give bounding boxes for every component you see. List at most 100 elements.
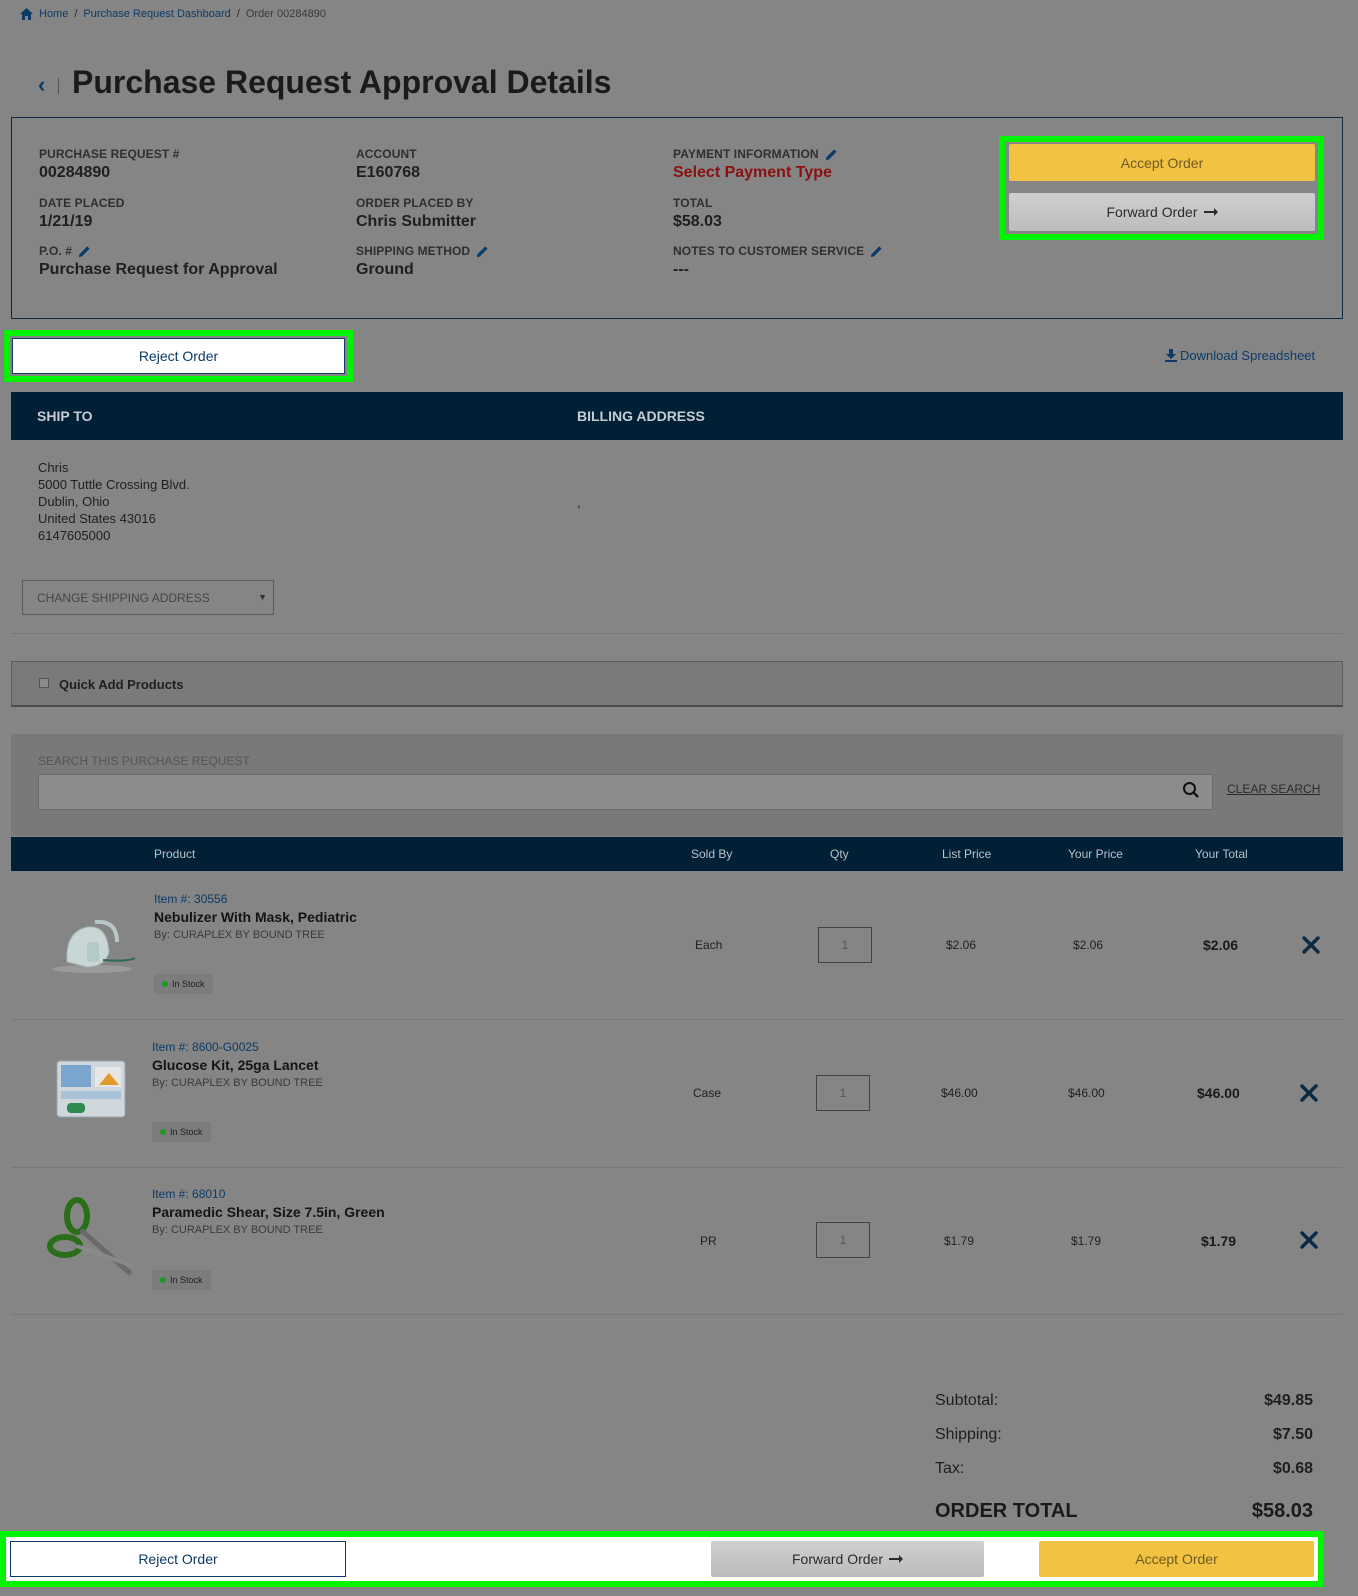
your-price-value: $46.00: [1068, 1086, 1105, 1100]
product-brand: By: CURAPLEX BY BOUND TREE: [152, 1077, 323, 1089]
back-chevron-icon[interactable]: ‹: [38, 74, 52, 96]
row-total-value: $46.00: [1197, 1085, 1240, 1101]
remove-item-x-icon[interactable]: [1299, 1230, 1319, 1250]
purchase-request-value: 00284890: [39, 164, 111, 181]
total-field: TOTAL $58.03: [673, 196, 722, 231]
payment-information-field: PAYMENT INFORMATION Select Payment Type: [673, 147, 838, 182]
table-row: Item #: 8600-G0025 Glucose Kit, 25ga Lan…: [11, 1020, 1343, 1168]
order-placed-by-label: ORDER PLACED BY: [356, 196, 474, 210]
breadcrumb-current: Order 00284890: [245, 8, 326, 20]
payment-information-label-row: PAYMENT INFORMATION: [673, 147, 838, 161]
row-total-value: $1.79: [1201, 1233, 1237, 1249]
ship-to-heading: SHIP TO: [37, 408, 93, 424]
product-brand: By: CURAPLEX BY BOUND TREE: [152, 1224, 323, 1236]
breadcrumb-home-link[interactable]: Home: [39, 8, 68, 20]
quantity-input[interactable]: 1: [816, 1222, 870, 1258]
page-title: Purchase Request Approval Details: [72, 64, 612, 100]
forward-order-label: Forward Order: [1106, 204, 1198, 220]
reject-order-button[interactable]: Reject Order: [10, 1541, 346, 1577]
product-name-link[interactable]: Paramedic Shear, Size 7.5in, Green: [152, 1204, 385, 1220]
search-label: SEARCH THIS PURCHASE REQUEST: [38, 754, 250, 768]
edit-pencil-icon[interactable]: [476, 245, 489, 258]
item-number-link[interactable]: Item #: 68010: [152, 1187, 225, 1201]
your-price-value: $2.06: [1073, 938, 1104, 952]
sold-by-value: Each: [695, 938, 723, 952]
order-total-label: ORDER TOTAL: [935, 1500, 1078, 1522]
paramedic-shear-product-image[interactable]: [47, 1196, 139, 1286]
quantity-input[interactable]: 1: [816, 1075, 870, 1111]
in-stock-dot-icon: [160, 1129, 166, 1135]
forward-order-button[interactable]: Forward Order: [1009, 193, 1315, 231]
search-icon[interactable]: [1182, 781, 1200, 799]
payment-information-label: PAYMENT INFORMATION: [673, 147, 819, 161]
change-shipping-address-select[interactable]: CHANGE SHIPPING ADDRESS ▼: [22, 580, 274, 615]
product-brand: By: CURAPLEX BY BOUND TREE: [154, 929, 325, 941]
products-table-header: Product Sold By Qty List Price Your Pric…: [11, 837, 1343, 871]
subtotal-value: $49.85: [1264, 1392, 1313, 1409]
address-line: Dublin, Ohio: [38, 494, 110, 509]
arrow-right-icon: [1203, 208, 1218, 216]
clear-search-link[interactable]: CLEAR SEARCH: [1227, 782, 1320, 796]
stock-label: In Stock: [170, 1275, 203, 1285]
stock-badge: In Stock: [154, 974, 213, 994]
edit-pencil-icon[interactable]: [78, 245, 91, 258]
column-header-product: Product: [154, 847, 196, 861]
quick-add-products-bar[interactable]: Quick Add Products: [11, 661, 1343, 707]
date-placed-value: 1/21/19: [39, 213, 93, 230]
list-price-value: $1.79: [944, 1234, 975, 1248]
address-header-bar: SHIP TO BILLING ADDRESS: [11, 392, 1343, 440]
account-field: ACCOUNT E160768: [356, 147, 420, 182]
glucose-kit-product-image[interactable]: [51, 1055, 131, 1123]
account-label: ACCOUNT: [356, 147, 417, 161]
address-line: United States 43016: [38, 511, 156, 526]
list-price-value: $2.06: [946, 938, 977, 952]
row-total-value: $2.06: [1203, 937, 1239, 953]
breadcrumb-separator: /: [236, 8, 240, 20]
download-spreadsheet-label: Download Spreadsheet: [1180, 348, 1316, 363]
column-header-qty: Qty: [830, 847, 849, 861]
po-number-label-row: P.O. #: [39, 244, 278, 258]
nebulizer-product-image[interactable]: [47, 912, 137, 974]
remove-item-x-icon[interactable]: [1299, 1083, 1319, 1103]
arrow-right-icon: [889, 1555, 904, 1563]
tax-value: $0.68: [1272, 1460, 1313, 1477]
shipping-method-field: SHIPPING METHOD Ground: [356, 244, 489, 279]
item-number-link[interactable]: Item #: 8600-G0025: [152, 1040, 259, 1054]
quantity-input[interactable]: 1: [818, 927, 872, 963]
table-row: Item #: 30556 Nebulizer With Mask, Pedia…: [11, 872, 1343, 1020]
product-name-link[interactable]: Nebulizer With Mask, Pediatric: [154, 909, 357, 925]
in-stock-dot-icon: [162, 981, 168, 987]
edit-pencil-icon[interactable]: [870, 245, 883, 258]
accept-order-button[interactable]: Accept Order: [1039, 1541, 1314, 1577]
shipping-method-value: Ground: [356, 261, 414, 278]
forward-order-label: Forward Order: [791, 1551, 884, 1567]
notes-label: NOTES TO CUSTOMER SERVICE: [673, 244, 865, 258]
quick-add-checkbox[interactable]: [39, 678, 49, 688]
product-name-link[interactable]: Glucose Kit, 25ga Lancet: [152, 1057, 319, 1073]
address-line: 6147605000: [38, 528, 111, 543]
order-placed-by-field: ORDER PLACED BY Chris Submitter: [356, 196, 476, 231]
home-icon: [20, 8, 33, 20]
edit-pencil-icon[interactable]: [825, 148, 838, 161]
column-header-your-total: Your Total: [1195, 847, 1248, 861]
column-header-your-price: Your Price: [1068, 847, 1123, 861]
search-input[interactable]: [38, 774, 1213, 810]
in-stock-dot-icon: [160, 1277, 166, 1283]
download-spreadsheet-link[interactable]: Download Spreadsheet: [1165, 348, 1315, 363]
column-header-sold-by: Sold By: [691, 847, 733, 861]
your-price-value: $1.79: [1071, 1234, 1102, 1248]
select-payment-type-link[interactable]: Select Payment Type: [673, 164, 838, 182]
purchase-request-field: PURCHASE REQUEST # 00284890: [39, 147, 180, 182]
forward-order-button[interactable]: Forward Order: [711, 1541, 984, 1577]
remove-item-x-icon[interactable]: [1301, 935, 1321, 955]
order-placed-by-value: Chris Submitter: [356, 213, 477, 230]
list-price-value: $46.00: [941, 1086, 978, 1100]
po-number-value: Purchase Request for Approval: [39, 261, 278, 278]
accept-order-button[interactable]: Accept Order: [1009, 144, 1315, 181]
breadcrumb: Home / Purchase Request Dashboard / Orde…: [20, 8, 326, 20]
change-shipping-address-label: CHANGE SHIPPING ADDRESS: [37, 591, 210, 605]
breadcrumb-dashboard-link[interactable]: Purchase Request Dashboard: [83, 8, 230, 20]
item-number-link[interactable]: Item #: 30556: [154, 892, 227, 906]
reject-order-button[interactable]: Reject Order: [12, 338, 345, 374]
billing-address-value: ,: [577, 495, 581, 510]
